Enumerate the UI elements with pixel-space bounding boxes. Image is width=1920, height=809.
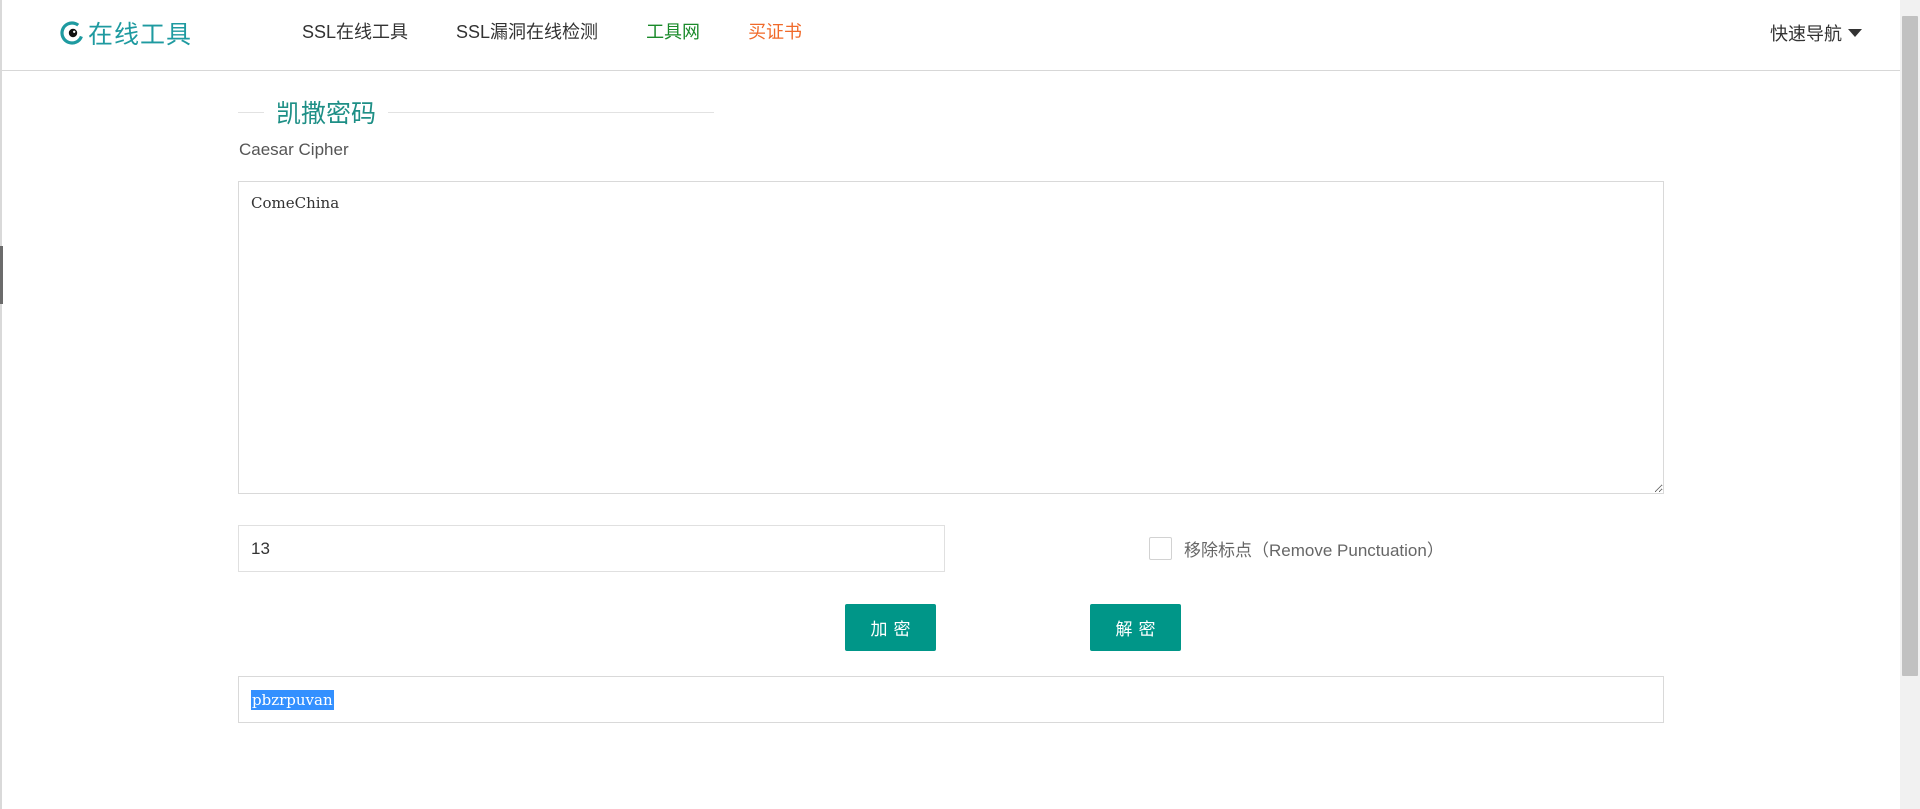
eye-logo-icon: [60, 21, 84, 45]
tool-title: 凯撒密码: [276, 100, 377, 128]
caret-down-icon: [1848, 29, 1862, 37]
remove-punctuation-label: 移除标点（Remove Punctuation）: [1184, 541, 1444, 560]
result-text: pbzrpuvan: [251, 689, 334, 710]
title-divider-left: [238, 111, 264, 113]
quick-nav-label: 快速导航: [1770, 24, 1842, 44]
remove-punctuation-checkbox[interactable]: [1149, 537, 1172, 560]
main-nav: SSL在线工具 SSL漏洞在线检测 工具网 买证书: [302, 20, 850, 44]
page: 在线工具 SSL在线工具 SSL漏洞在线检测 工具网 买证书 快速导航 凯撒密码…: [0, 0, 1920, 809]
shift-input[interactable]: [238, 525, 945, 572]
site-logo[interactable]: 在线工具: [60, 16, 192, 50]
encrypt-button[interactable]: 加密: [845, 604, 936, 651]
quick-nav-dropdown[interactable]: 快速导航: [1770, 20, 1862, 46]
title-divider-right: [388, 111, 714, 113]
nav-ssl-vuln-check[interactable]: SSL漏洞在线检测: [456, 20, 598, 44]
vertical-scrollbar[interactable]: [1900, 0, 1920, 809]
site-header: 在线工具 SSL在线工具 SSL漏洞在线检测 工具网 买证书 快速导航: [2, 0, 1900, 71]
scrollbar-thumb[interactable]: [1902, 16, 1918, 676]
result-output[interactable]: pbzrpuvan: [238, 676, 1664, 723]
tool-title-row: 凯撒密码: [238, 96, 714, 128]
decrypt-button[interactable]: 解密: [1090, 604, 1181, 651]
remove-punctuation-option[interactable]: 移除标点（Remove Punctuation）: [1149, 536, 1444, 561]
nav-ssl-tools[interactable]: SSL在线工具: [302, 20, 408, 44]
logo-text: 在线工具: [88, 21, 193, 49]
nav-tools-site[interactable]: 工具网: [646, 20, 700, 44]
window-edge-handle: [0, 246, 3, 304]
plaintext-input[interactable]: ComeChina: [238, 181, 1664, 494]
tool-subtitle: Caesar Cipher: [239, 140, 349, 159]
nav-buy-certificate[interactable]: 买证书: [748, 20, 802, 44]
window-left-edge: [0, 0, 2, 809]
